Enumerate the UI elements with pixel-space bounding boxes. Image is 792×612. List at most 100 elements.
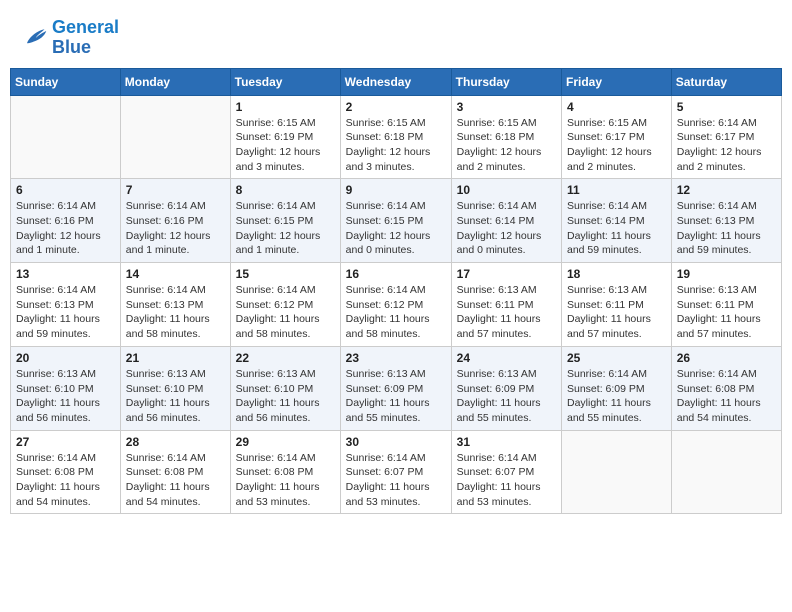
calendar-cell: 24 Sunrise: 6:13 AM Sunset: 6:09 PM Dayli… (451, 346, 561, 430)
calendar-cell: 23Sunrise: 6:13 AM Sunset: 6:09 PM Dayli… (340, 346, 451, 430)
calendar-week-1: 1 Sunrise: 6:15 AM Sunset: 6:19 PM Daylig… (11, 95, 782, 179)
calendar-cell: 30 Sunrise: 6:14 AM Sunset: 6:07 PM Dayli… (340, 430, 451, 514)
day-number: 23 (346, 351, 446, 365)
day-info: Sunrise: 6:13 AM Sunset: 6:11 PM Dayligh… (567, 283, 666, 342)
day-number: 27 (16, 435, 115, 449)
day-info: Sunrise: 6:14 AM Sunset: 6:07 PM Dayligh… (346, 451, 446, 510)
day-info: Sunrise: 6:14 AM Sunset: 6:13 PM Dayligh… (677, 199, 776, 258)
day-number: 5 (677, 100, 776, 114)
day-info: Sunrise: 6:13 AM Sunset: 6:10 PM Dayligh… (126, 367, 225, 426)
calendar-cell: 7Sunrise: 6:14 AM Sunset: 6:16 PM Daylig… (120, 179, 230, 263)
day-info: Sunrise: 6:14 AM Sunset: 6:15 PM Dayligh… (236, 199, 335, 258)
weekday-saturday: Saturday (671, 68, 781, 95)
logo: General Blue (20, 18, 119, 58)
calendar-cell: 31 Sunrise: 6:14 AM Sunset: 6:07 PM Dayli… (451, 430, 561, 514)
calendar-cell: 16 Sunrise: 6:14 AM Sunset: 6:12 PM Dayli… (340, 263, 451, 347)
page-header: General Blue (10, 10, 782, 62)
day-info: Sunrise: 6:13 AM Sunset: 6:09 PM Dayligh… (457, 367, 556, 426)
logo-text: General (52, 18, 119, 38)
day-number: 4 (567, 100, 666, 114)
day-number: 9 (346, 183, 446, 197)
day-info: Sunrise: 6:14 AM Sunset: 6:15 PM Dayligh… (346, 199, 446, 258)
day-number: 29 (236, 435, 335, 449)
day-number: 11 (567, 183, 666, 197)
day-number: 3 (457, 100, 556, 114)
calendar-cell (120, 95, 230, 179)
day-number: 22 (236, 351, 335, 365)
day-info: Sunrise: 6:14 AM Sunset: 6:13 PM Dayligh… (126, 283, 225, 342)
day-info: Sunrise: 6:13 AM Sunset: 6:10 PM Dayligh… (16, 367, 115, 426)
calendar-cell: 19Sunrise: 6:13 AM Sunset: 6:11 PM Dayli… (671, 263, 781, 347)
day-number: 13 (16, 267, 115, 281)
calendar-cell: 21 Sunrise: 6:13 AM Sunset: 6:10 PM Dayli… (120, 346, 230, 430)
weekday-sunday: Sunday (11, 68, 121, 95)
day-info: Sunrise: 6:14 AM Sunset: 6:14 PM Dayligh… (567, 199, 666, 258)
calendar-cell (671, 430, 781, 514)
calendar-cell: 6Sunrise: 6:14 AM Sunset: 6:16 PM Daylig… (11, 179, 121, 263)
day-info: Sunrise: 6:14 AM Sunset: 6:08 PM Dayligh… (126, 451, 225, 510)
day-info: Sunrise: 6:14 AM Sunset: 6:12 PM Dayligh… (236, 283, 335, 342)
day-info: Sunrise: 6:14 AM Sunset: 6:07 PM Dayligh… (457, 451, 556, 510)
calendar-cell: 13 Sunrise: 6:14 AM Sunset: 6:13 PM Dayli… (11, 263, 121, 347)
day-info: Sunrise: 6:14 AM Sunset: 6:17 PM Dayligh… (677, 116, 776, 175)
calendar-cell: 11 Sunrise: 6:14 AM Sunset: 6:14 PM Dayli… (562, 179, 672, 263)
calendar-cell: 14 Sunrise: 6:14 AM Sunset: 6:13 PM Dayli… (120, 263, 230, 347)
day-number: 28 (126, 435, 225, 449)
calendar-cell: 18 Sunrise: 6:13 AM Sunset: 6:11 PM Dayli… (562, 263, 672, 347)
calendar-cell: 4 Sunrise: 6:15 AM Sunset: 6:17 PM Daylig… (562, 95, 672, 179)
day-number: 17 (457, 267, 556, 281)
calendar-cell: 12 Sunrise: 6:14 AM Sunset: 6:13 PM Dayli… (671, 179, 781, 263)
day-info: Sunrise: 6:15 AM Sunset: 6:18 PM Dayligh… (457, 116, 556, 175)
day-info: Sunrise: 6:15 AM Sunset: 6:19 PM Dayligh… (236, 116, 335, 175)
calendar-cell (11, 95, 121, 179)
day-number: 16 (346, 267, 446, 281)
day-number: 7 (126, 183, 225, 197)
day-number: 24 (457, 351, 556, 365)
day-number: 30 (346, 435, 446, 449)
weekday-tuesday: Tuesday (230, 68, 340, 95)
day-number: 1 (236, 100, 335, 114)
day-info: Sunrise: 6:13 AM Sunset: 6:11 PM Dayligh… (457, 283, 556, 342)
calendar-cell: 20 Sunrise: 6:13 AM Sunset: 6:10 PM Dayli… (11, 346, 121, 430)
day-info: Sunrise: 6:14 AM Sunset: 6:12 PM Dayligh… (346, 283, 446, 342)
calendar-cell: 9 Sunrise: 6:14 AM Sunset: 6:15 PM Daylig… (340, 179, 451, 263)
day-number: 18 (567, 267, 666, 281)
day-number: 21 (126, 351, 225, 365)
day-info: Sunrise: 6:14 AM Sunset: 6:08 PM Dayligh… (236, 451, 335, 510)
day-info: Sunrise: 6:15 AM Sunset: 6:17 PM Dayligh… (567, 116, 666, 175)
calendar-cell: 25Sunrise: 6:14 AM Sunset: 6:09 PM Dayli… (562, 346, 672, 430)
calendar-cell: 26Sunrise: 6:14 AM Sunset: 6:08 PM Dayli… (671, 346, 781, 430)
calendar-cell: 8 Sunrise: 6:14 AM Sunset: 6:15 PM Daylig… (230, 179, 340, 263)
calendar-cell: 17 Sunrise: 6:13 AM Sunset: 6:11 PM Dayli… (451, 263, 561, 347)
calendar-cell: 3 Sunrise: 6:15 AM Sunset: 6:18 PM Daylig… (451, 95, 561, 179)
weekday-friday: Friday (562, 68, 672, 95)
day-number: 15 (236, 267, 335, 281)
calendar-header: SundayMondayTuesdayWednesdayThursdayFrid… (11, 68, 782, 95)
day-number: 31 (457, 435, 556, 449)
weekday-header-row: SundayMondayTuesdayWednesdayThursdayFrid… (11, 68, 782, 95)
calendar-cell: 2Sunrise: 6:15 AM Sunset: 6:18 PM Daylig… (340, 95, 451, 179)
calendar-cell (562, 430, 672, 514)
calendar-week-2: 6Sunrise: 6:14 AM Sunset: 6:16 PM Daylig… (11, 179, 782, 263)
day-number: 8 (236, 183, 335, 197)
day-number: 10 (457, 183, 556, 197)
day-info: Sunrise: 6:13 AM Sunset: 6:11 PM Dayligh… (677, 283, 776, 342)
calendar-week-5: 27 Sunrise: 6:14 AM Sunset: 6:08 PM Dayli… (11, 430, 782, 514)
calendar-cell: 1 Sunrise: 6:15 AM Sunset: 6:19 PM Daylig… (230, 95, 340, 179)
calendar-cell: 15 Sunrise: 6:14 AM Sunset: 6:12 PM Dayli… (230, 263, 340, 347)
calendar-cell: 10 Sunrise: 6:14 AM Sunset: 6:14 PM Dayli… (451, 179, 561, 263)
calendar-cell: 5 Sunrise: 6:14 AM Sunset: 6:17 PM Daylig… (671, 95, 781, 179)
day-number: 14 (126, 267, 225, 281)
day-info: Sunrise: 6:14 AM Sunset: 6:16 PM Dayligh… (16, 199, 115, 258)
day-info: Sunrise: 6:14 AM Sunset: 6:13 PM Dayligh… (16, 283, 115, 342)
day-number: 20 (16, 351, 115, 365)
day-number: 26 (677, 351, 776, 365)
day-number: 25 (567, 351, 666, 365)
calendar-cell: 22Sunrise: 6:13 AM Sunset: 6:10 PM Dayli… (230, 346, 340, 430)
day-info: Sunrise: 6:14 AM Sunset: 6:14 PM Dayligh… (457, 199, 556, 258)
calendar-week-4: 20 Sunrise: 6:13 AM Sunset: 6:10 PM Dayli… (11, 346, 782, 430)
day-number: 2 (346, 100, 446, 114)
day-number: 12 (677, 183, 776, 197)
logo-icon (20, 24, 48, 52)
day-info: Sunrise: 6:14 AM Sunset: 6:08 PM Dayligh… (16, 451, 115, 510)
